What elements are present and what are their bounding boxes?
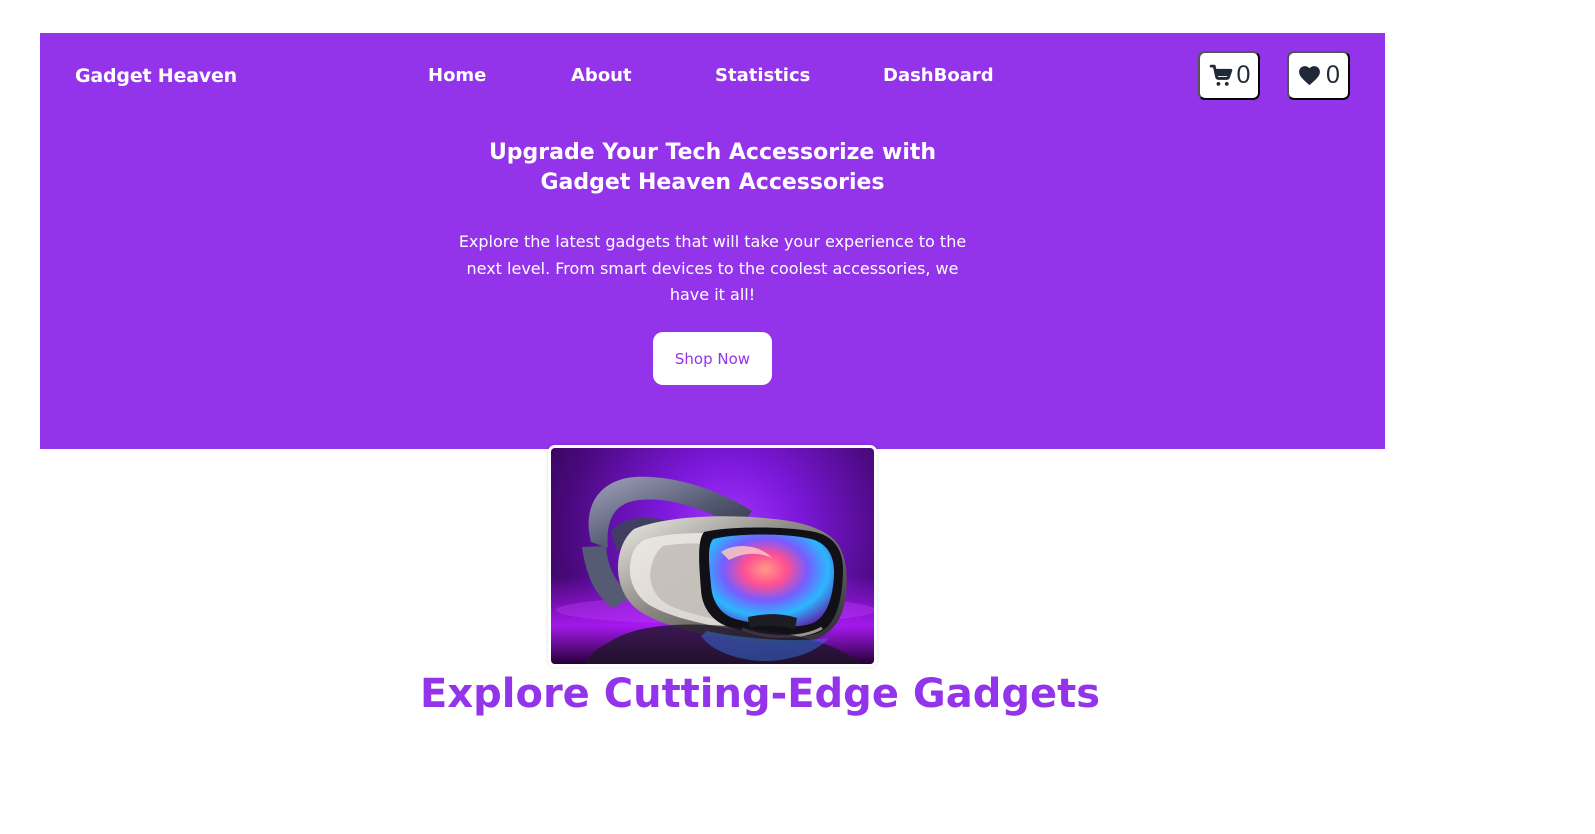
nav-link-home[interactable]: Home (428, 65, 486, 86)
wishlist-count: 0 (1326, 61, 1340, 89)
nav-link-statistics[interactable]: Statistics (715, 65, 810, 86)
cart-button[interactable]: 0 (1198, 51, 1260, 100)
top-navbar: Gadget Heaven Home About Statistics Dash… (40, 33, 1385, 119)
nav-link-dashboard[interactable]: DashBoard (883, 65, 994, 86)
vr-headset-image (551, 448, 874, 664)
hero-subtitle: Explore the latest gadgets that will tak… (458, 232, 967, 304)
hero-title: Upgrade Your Tech Accessorize with Gadge… (488, 140, 937, 195)
cart-icon (1208, 63, 1233, 88)
hero-banner: Gadget Heaven Home About Statistics Dash… (40, 33, 1385, 449)
main-navigation: Home About Statistics DashBoard (40, 65, 1385, 89)
hero-image-card (548, 445, 877, 667)
nav-link-about[interactable]: About (571, 65, 632, 86)
section-heading: Explore Cutting-Edge Gadgets (420, 671, 1101, 717)
wishlist-button[interactable]: 0 (1287, 51, 1350, 100)
cart-count: 0 (1236, 61, 1251, 89)
shop-now-button[interactable]: Shop Now (653, 332, 772, 385)
heart-icon (1297, 63, 1322, 88)
